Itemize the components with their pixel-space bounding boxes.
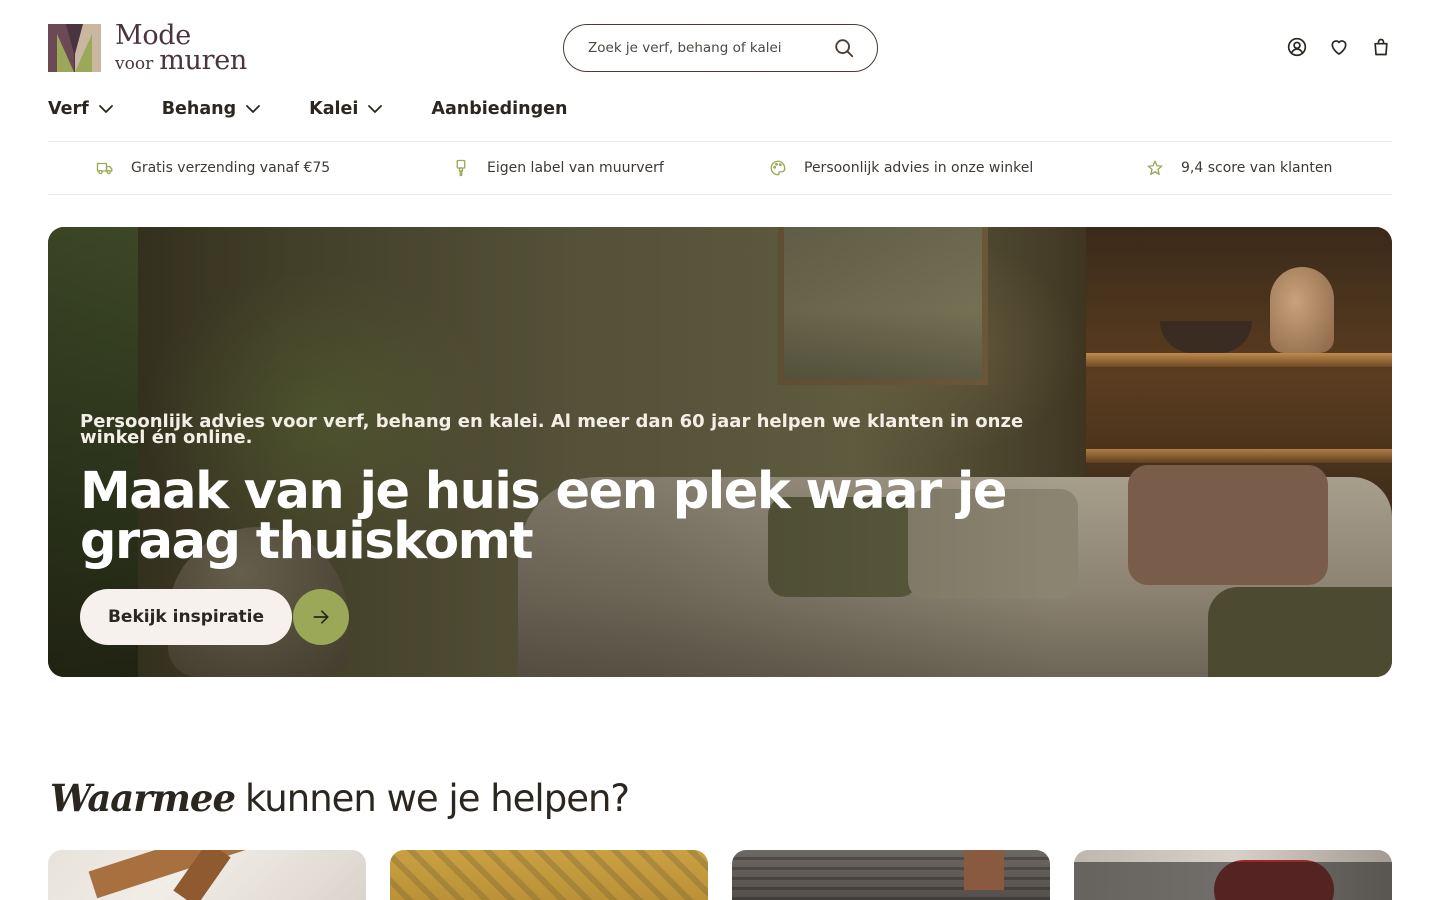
category-card-verf[interactable] xyxy=(48,850,366,900)
search-box xyxy=(563,24,878,72)
hero-banner: Persoonlijk advies voor verf, behang en … xyxy=(48,227,1392,677)
nav-item-label: Verf xyxy=(48,99,89,119)
chevron-down-icon xyxy=(368,105,383,113)
star-icon xyxy=(1147,160,1163,176)
truck-icon xyxy=(96,162,113,175)
main-nav: Verf Behang Kalei Aanbiedingen xyxy=(48,96,615,122)
arrow-right-icon[interactable] xyxy=(293,589,349,645)
chevron-down-icon xyxy=(98,105,113,113)
search-icon[interactable] xyxy=(833,37,855,59)
inspiration-button[interactable]: Bekijk inspiratie xyxy=(80,589,292,645)
palette-icon xyxy=(770,160,786,176)
nav-item-label: Aanbiedingen xyxy=(431,99,568,119)
usp-label: 9,4 score van klanten xyxy=(1181,160,1333,176)
heart-icon[interactable] xyxy=(1328,36,1350,58)
hero-subtitle: Persoonlijk advies voor verf, behang en … xyxy=(80,411,1024,448)
card-image xyxy=(1074,862,1392,900)
hero-title: Maak van je huis een plek waar je graag … xyxy=(80,462,1007,571)
nav-item-label: Behang xyxy=(161,99,237,119)
logo-wordmark: Mode voor muren xyxy=(115,22,247,74)
nav-item-behang[interactable]: Behang xyxy=(162,96,261,122)
nav-item-verf[interactable]: Verf xyxy=(48,96,114,122)
card-image xyxy=(390,850,708,900)
usp-item-advice: Persoonlijk advies in onze winkel xyxy=(769,156,1033,180)
logo-mark-icon xyxy=(48,24,101,72)
usp-label: Persoonlijk advies in onze winkel xyxy=(804,160,1034,176)
header-actions xyxy=(1286,36,1392,58)
usp-label: Eigen label van muurverf xyxy=(487,160,664,176)
logo-word-voor: voor xyxy=(115,54,154,74)
card-image xyxy=(964,850,1004,890)
account-icon[interactable] xyxy=(1286,36,1308,58)
usp-divider xyxy=(48,194,1392,195)
nav-item-label: Kalei xyxy=(309,99,359,119)
usp-label: Gratis verzending vanaf €75 xyxy=(131,160,331,176)
help-title-emphasis: Waarmee xyxy=(50,776,236,820)
nav-item-aanbiedingen[interactable]: Aanbiedingen xyxy=(431,96,567,122)
paint-brush-icon xyxy=(456,159,466,177)
chevron-down-icon xyxy=(246,105,261,113)
logo-word-muren: muren xyxy=(159,45,247,76)
usp-item-score: 9,4 score van klanten xyxy=(1146,156,1332,180)
nav-divider xyxy=(48,141,1392,142)
help-title-rest: kunnen we je helpen? xyxy=(245,777,630,820)
category-card-advies[interactable] xyxy=(1074,850,1392,900)
category-card-kalei[interactable] xyxy=(732,850,1050,900)
usp-item-shipping: Gratis verzending vanaf €75 xyxy=(96,156,330,180)
shopping-bag-icon[interactable] xyxy=(1370,36,1392,58)
usp-item-label: Eigen label van muurverf xyxy=(452,156,664,180)
help-section-title: Waarmee kunnen we je helpen? xyxy=(50,776,630,820)
site-header: Mode voor muren xyxy=(48,22,1392,74)
search-input[interactable] xyxy=(588,40,833,56)
nav-item-kalei[interactable]: Kalei xyxy=(309,96,383,122)
category-card-behang[interactable] xyxy=(390,850,708,900)
brand-logo[interactable]: Mode voor muren xyxy=(48,22,247,74)
